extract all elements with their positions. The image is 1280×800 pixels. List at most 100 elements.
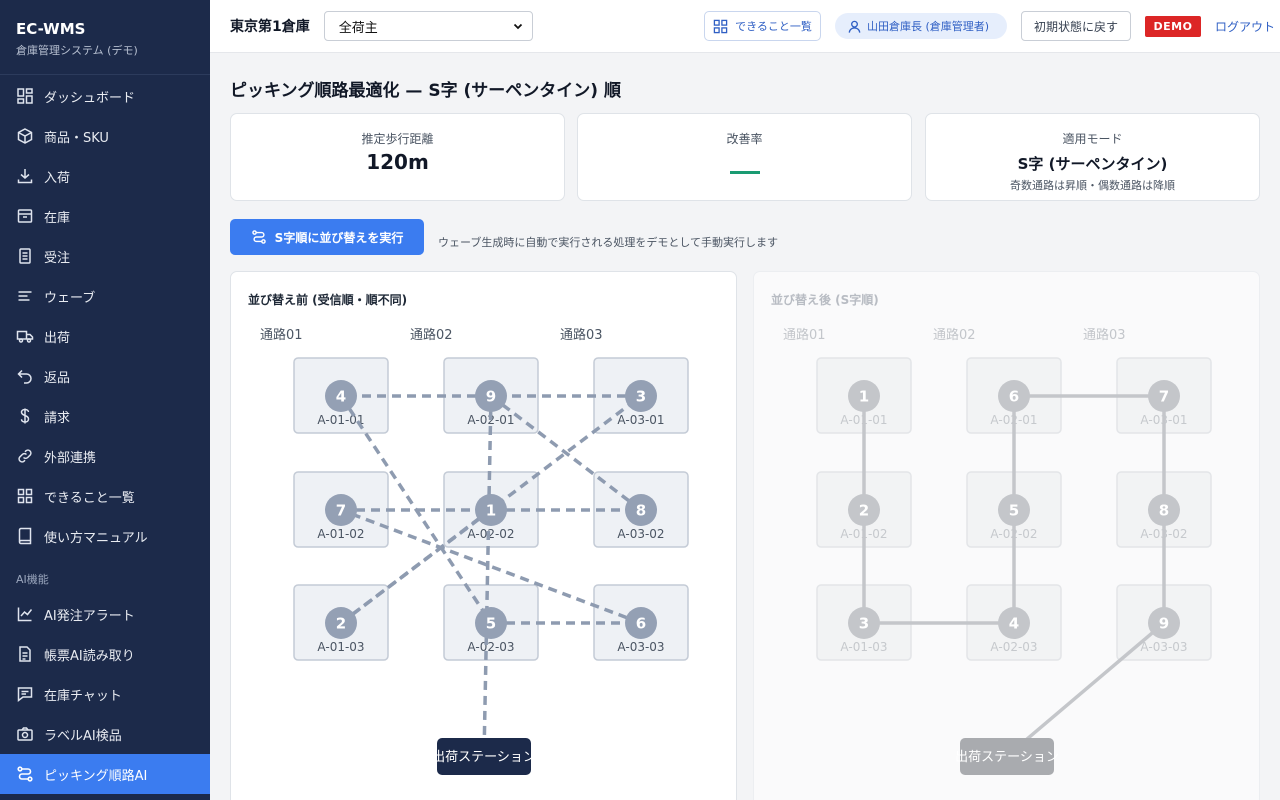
run-button-label: S字順に並び替えを実行 bbox=[274, 230, 404, 245]
link-icon bbox=[18, 449, 32, 463]
brand: EC-WMS 倉庫管理システム (デモ) bbox=[0, 0, 210, 75]
aisle-label: 通路03 bbox=[1083, 327, 1126, 343]
slot-label: A-02-03 bbox=[990, 640, 1037, 654]
aisle-label: 通路02 bbox=[410, 327, 453, 343]
sidebar-item-picking-route[interactable]: ピッキング順路AI bbox=[0, 754, 210, 794]
stat-value-distance: 120m bbox=[366, 150, 429, 174]
pick-order-number: 6 bbox=[636, 615, 646, 633]
sidebar-item-manual[interactable]: 使い方マニュアル bbox=[0, 516, 210, 556]
stat-label: 推定歩行距離 bbox=[361, 132, 434, 146]
sidebar-item-label: ピッキング順路AI bbox=[44, 768, 148, 784]
demo-badge: DEMO bbox=[1145, 16, 1201, 37]
truck-icon bbox=[16, 330, 34, 343]
slot-label: A-03-03 bbox=[617, 640, 664, 654]
aisle-label: 通路03 bbox=[560, 327, 603, 343]
pick-order-number: 7 bbox=[336, 502, 346, 520]
aisle-label: 通路02 bbox=[933, 327, 976, 343]
dollar-icon bbox=[20, 408, 30, 424]
panel-after: 通路01通路02通路03 A-01-01A-02-01A-03-01A-01-0… bbox=[753, 271, 1260, 800]
reset-button[interactable]: 初期状態に戻す bbox=[1021, 11, 1131, 41]
camera-icon bbox=[17, 727, 33, 741]
run-note: ウェーブ生成時に自動で実行される処理をデモとして手動実行します bbox=[438, 236, 779, 249]
aisle-label: 通路01 bbox=[260, 327, 303, 343]
pick-order-number: 9 bbox=[486, 388, 496, 406]
sidebar-item-label: ウェーブ bbox=[44, 290, 96, 306]
sidebar-item-label: 在庫 bbox=[44, 210, 71, 226]
route-map-before: 通路01通路02通路03 A-01-01A-02-01A-03-01A-01-0… bbox=[260, 327, 689, 775]
sidebar-item-returns[interactable]: 返品 bbox=[0, 356, 210, 396]
sidebar-item-integrations[interactable]: 外部連携 bbox=[0, 436, 210, 476]
document-icon bbox=[19, 248, 31, 264]
sidebar-item-orders[interactable]: 受注 bbox=[0, 236, 210, 276]
slot-label: A-01-02 bbox=[317, 527, 364, 541]
pick-order-number: 8 bbox=[636, 502, 646, 520]
stat-label: 適用モード bbox=[1062, 132, 1123, 146]
grid-icon bbox=[713, 19, 728, 33]
stat-card-mode: 適用モード S字 (サーペンタイン) 奇数通路は昇順・偶数通路は降順 bbox=[925, 113, 1260, 201]
shipping-station-label: 出荷ステーション bbox=[955, 750, 1059, 765]
logout-link[interactable]: ログアウト bbox=[1215, 18, 1275, 35]
page-title: ピッキング順路最適化 — S字 (サーペンタイン) 順 bbox=[230, 81, 621, 101]
sidebar-item-label: 受注 bbox=[44, 250, 71, 266]
pick-order-number: 3 bbox=[859, 615, 869, 633]
sidebar-item-dashboard[interactable]: ダッシュボード bbox=[0, 76, 210, 116]
sidebar-item-label: 商品・SKU bbox=[44, 130, 109, 146]
sidebar-item-features[interactable]: できること一覧 bbox=[0, 476, 210, 516]
sidebar-item-label: 入荷 bbox=[44, 170, 71, 186]
sidebar-item-label: 外部連携 bbox=[44, 450, 97, 466]
sidebar-item-inbound[interactable]: 入荷 bbox=[0, 156, 210, 196]
user-name: 山田倉庫長 (倉庫管理者) bbox=[867, 20, 990, 33]
chevron-down-icon bbox=[513, 23, 522, 30]
dashboard-icon bbox=[17, 88, 33, 104]
pick-order-number: 5 bbox=[1009, 502, 1019, 520]
grid-icon bbox=[17, 488, 33, 504]
sidebar-item-label: ラベルAI検品 bbox=[44, 728, 122, 744]
improvement-placeholder-dash bbox=[729, 171, 760, 174]
slot-label: A-01-03 bbox=[317, 640, 364, 654]
download-icon bbox=[17, 169, 33, 184]
sidebar-item-label: 出荷 bbox=[44, 330, 71, 346]
sidebar-item-label: 返品 bbox=[44, 370, 71, 386]
brand-subtitle: 倉庫管理システム (デモ) bbox=[16, 44, 138, 57]
owner-select[interactable]: 全荷主 bbox=[323, 11, 533, 41]
brand-title: EC-WMS bbox=[16, 20, 86, 38]
sidebar-item-label: 使い方マニュアル bbox=[44, 530, 148, 546]
stat-mode-description: 奇数通路は昇順・偶数通路は降順 bbox=[1010, 179, 1175, 192]
slot-label: A-02-03 bbox=[467, 640, 514, 654]
warehouse-name: 東京第1倉庫 bbox=[230, 19, 310, 35]
pick-order-number: 5 bbox=[486, 615, 496, 633]
return-arrow-icon bbox=[17, 369, 32, 384]
sidebar-item-shipping[interactable]: 出荷 bbox=[0, 316, 210, 356]
route-map-after: 通路01通路02通路03 A-01-01A-02-01A-03-01A-01-0… bbox=[783, 327, 1212, 775]
user-badge[interactable]: 山田倉庫長 (倉庫管理者) bbox=[835, 13, 1007, 39]
sidebar-item-label-inspection[interactable]: ラベルAI検品 bbox=[0, 714, 210, 754]
stat-card-distance: 推定歩行距離 120m bbox=[230, 113, 565, 201]
sidebar-item-label: 在庫チャット bbox=[44, 688, 122, 704]
stat-card-improvement: 改善率 bbox=[577, 113, 912, 201]
file-text-icon bbox=[19, 646, 31, 662]
sidebar-item-ai-ocr[interactable]: 帳票AI読み取り bbox=[0, 634, 210, 674]
pick-order-number: 7 bbox=[1159, 388, 1169, 406]
sidebar-item-inventory[interactable]: 在庫 bbox=[0, 196, 210, 236]
box-icon bbox=[17, 128, 33, 144]
panel-title: 並び替え前 (受信順・順不同) bbox=[248, 293, 408, 307]
sidebar-item-products[interactable]: 商品・SKU bbox=[0, 116, 210, 156]
panel-title: 並び替え後 (S字順) bbox=[771, 293, 879, 307]
sidebar-item-label: できること一覧 bbox=[44, 490, 135, 506]
line-chart-icon bbox=[17, 607, 33, 622]
sidebar-item-ai-order-alert[interactable]: AI発注アラート bbox=[0, 594, 210, 634]
pick-order-number: 4 bbox=[1009, 615, 1019, 633]
sidebar-item-inventory-chat[interactable]: 在庫チャット bbox=[0, 674, 210, 714]
sidebar-nav: ダッシュボード 商品・SKU 入荷 在庫 受注 ウェーブ 出荷 返品 請求 外部… bbox=[0, 75, 210, 794]
features-button[interactable]: できること一覧 bbox=[704, 11, 821, 41]
archive-icon bbox=[17, 209, 33, 223]
sidebar: EC-WMS 倉庫管理システム (デモ) ダッシュボード 商品・SKU 入荷 在… bbox=[0, 0, 210, 800]
wave-lines-icon bbox=[18, 291, 32, 301]
sidebar-item-billing[interactable]: 請求 bbox=[0, 396, 210, 436]
slot-label: A-01-01 bbox=[317, 413, 364, 427]
run-serpentine-sort-button[interactable]: S字順に並び替えを実行 bbox=[230, 219, 424, 255]
aisle-label: 通路01 bbox=[783, 327, 826, 343]
sidebar-item-wave[interactable]: ウェーブ bbox=[0, 276, 210, 316]
slot-label: A-03-02 bbox=[617, 527, 664, 541]
sidebar-item-label: 請求 bbox=[44, 410, 71, 426]
